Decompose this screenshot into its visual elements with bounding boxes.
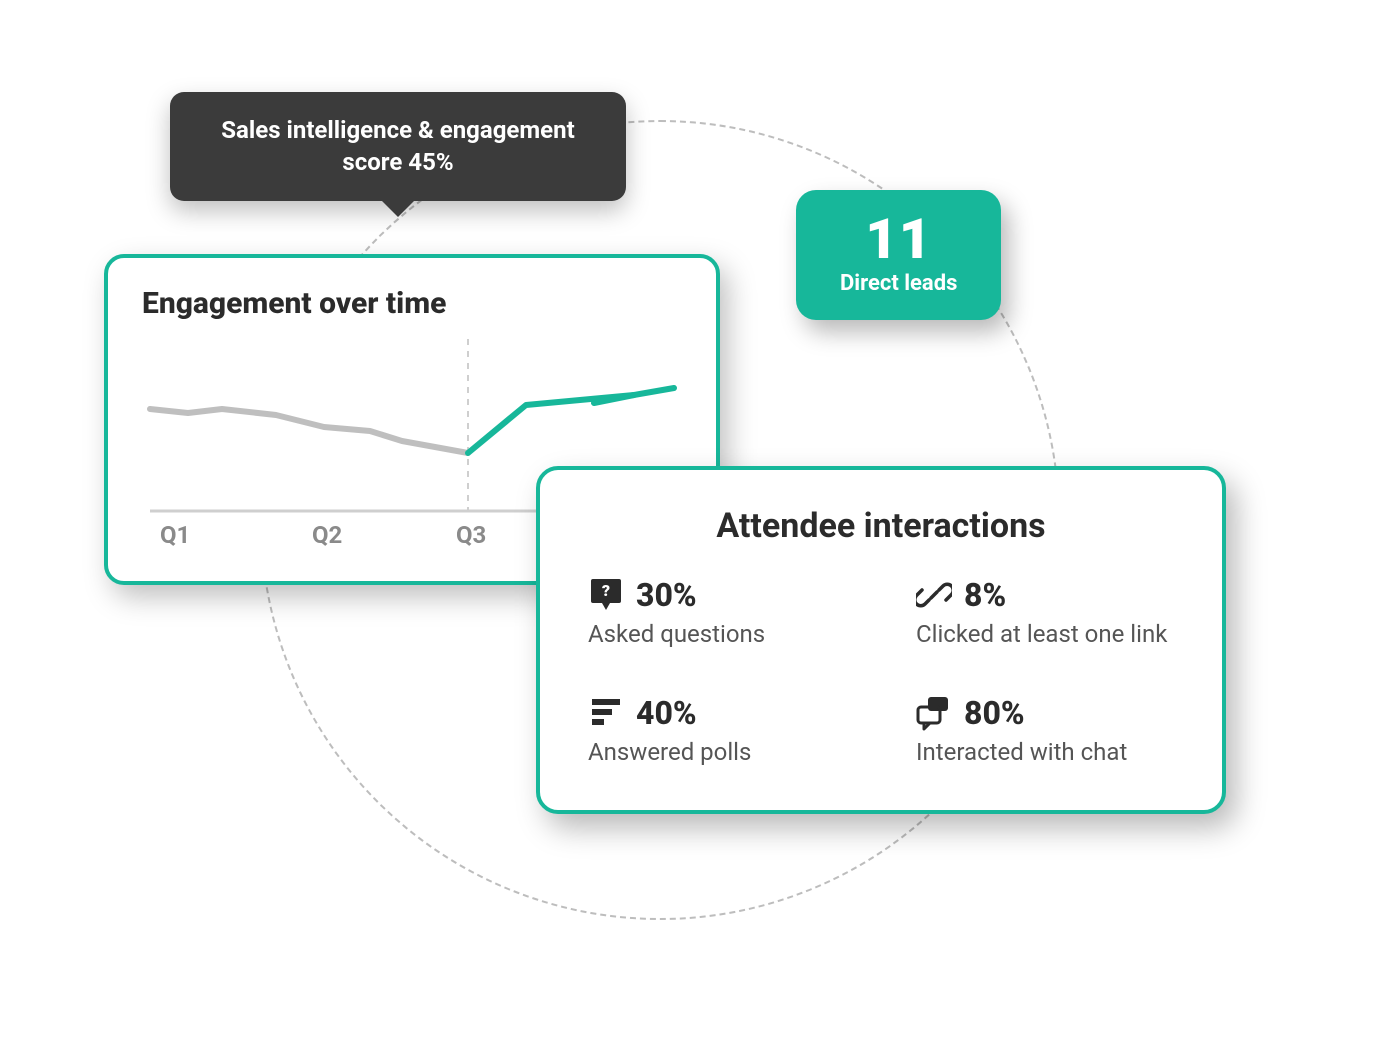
tooltip-line-2: score 45% (206, 146, 590, 178)
metric-clicked-link: 8% Clicked at least one link (916, 576, 1174, 648)
question-icon: ? (588, 577, 624, 613)
metric-polls-value: 40% (636, 694, 697, 732)
metric-chat-label: Interacted with chat (916, 738, 1174, 766)
dashboard-stage: 11 Direct leads Sales intelligence & eng… (0, 0, 1400, 1050)
x-tick-q1: Q1 (160, 521, 190, 549)
interactions-grid: ? 30% Asked questions 8% (588, 576, 1174, 766)
metric-clicked-value: 8% (964, 576, 1006, 614)
chat-icon (916, 695, 952, 731)
metric-asked-label: Asked questions (588, 620, 846, 648)
direct-leads-value: 11 (840, 210, 957, 269)
tooltip-line-1: Sales intelligence & engagement (206, 114, 590, 146)
engagement-score-tooltip: Sales intelligence & engagement score 45… (170, 92, 626, 201)
engagement-title: Engagement over time (142, 286, 682, 321)
metric-polls-label: Answered polls (588, 738, 846, 766)
metric-asked-questions: ? 30% Asked questions (588, 576, 846, 648)
metric-clicked-label: Clicked at least one link (916, 620, 1174, 648)
attendee-interactions-card: Attendee interactions ? 30% Asked questi… (536, 466, 1226, 814)
svg-text:?: ? (602, 581, 610, 600)
poll-icon (588, 695, 624, 731)
metric-chat: 80% Interacted with chat (916, 694, 1174, 766)
direct-leads-card: 11 Direct leads (796, 190, 1001, 320)
link-icon (916, 577, 952, 613)
metric-asked-value: 30% (636, 576, 697, 614)
x-tick-q3: Q3 (456, 521, 486, 549)
metric-chat-value: 80% (964, 694, 1025, 732)
x-tick-q2: Q2 (312, 521, 342, 549)
metric-answered-polls: 40% Answered polls (588, 694, 846, 766)
direct-leads-label: Direct leads (840, 271, 957, 296)
interactions-title: Attendee interactions (588, 506, 1174, 546)
